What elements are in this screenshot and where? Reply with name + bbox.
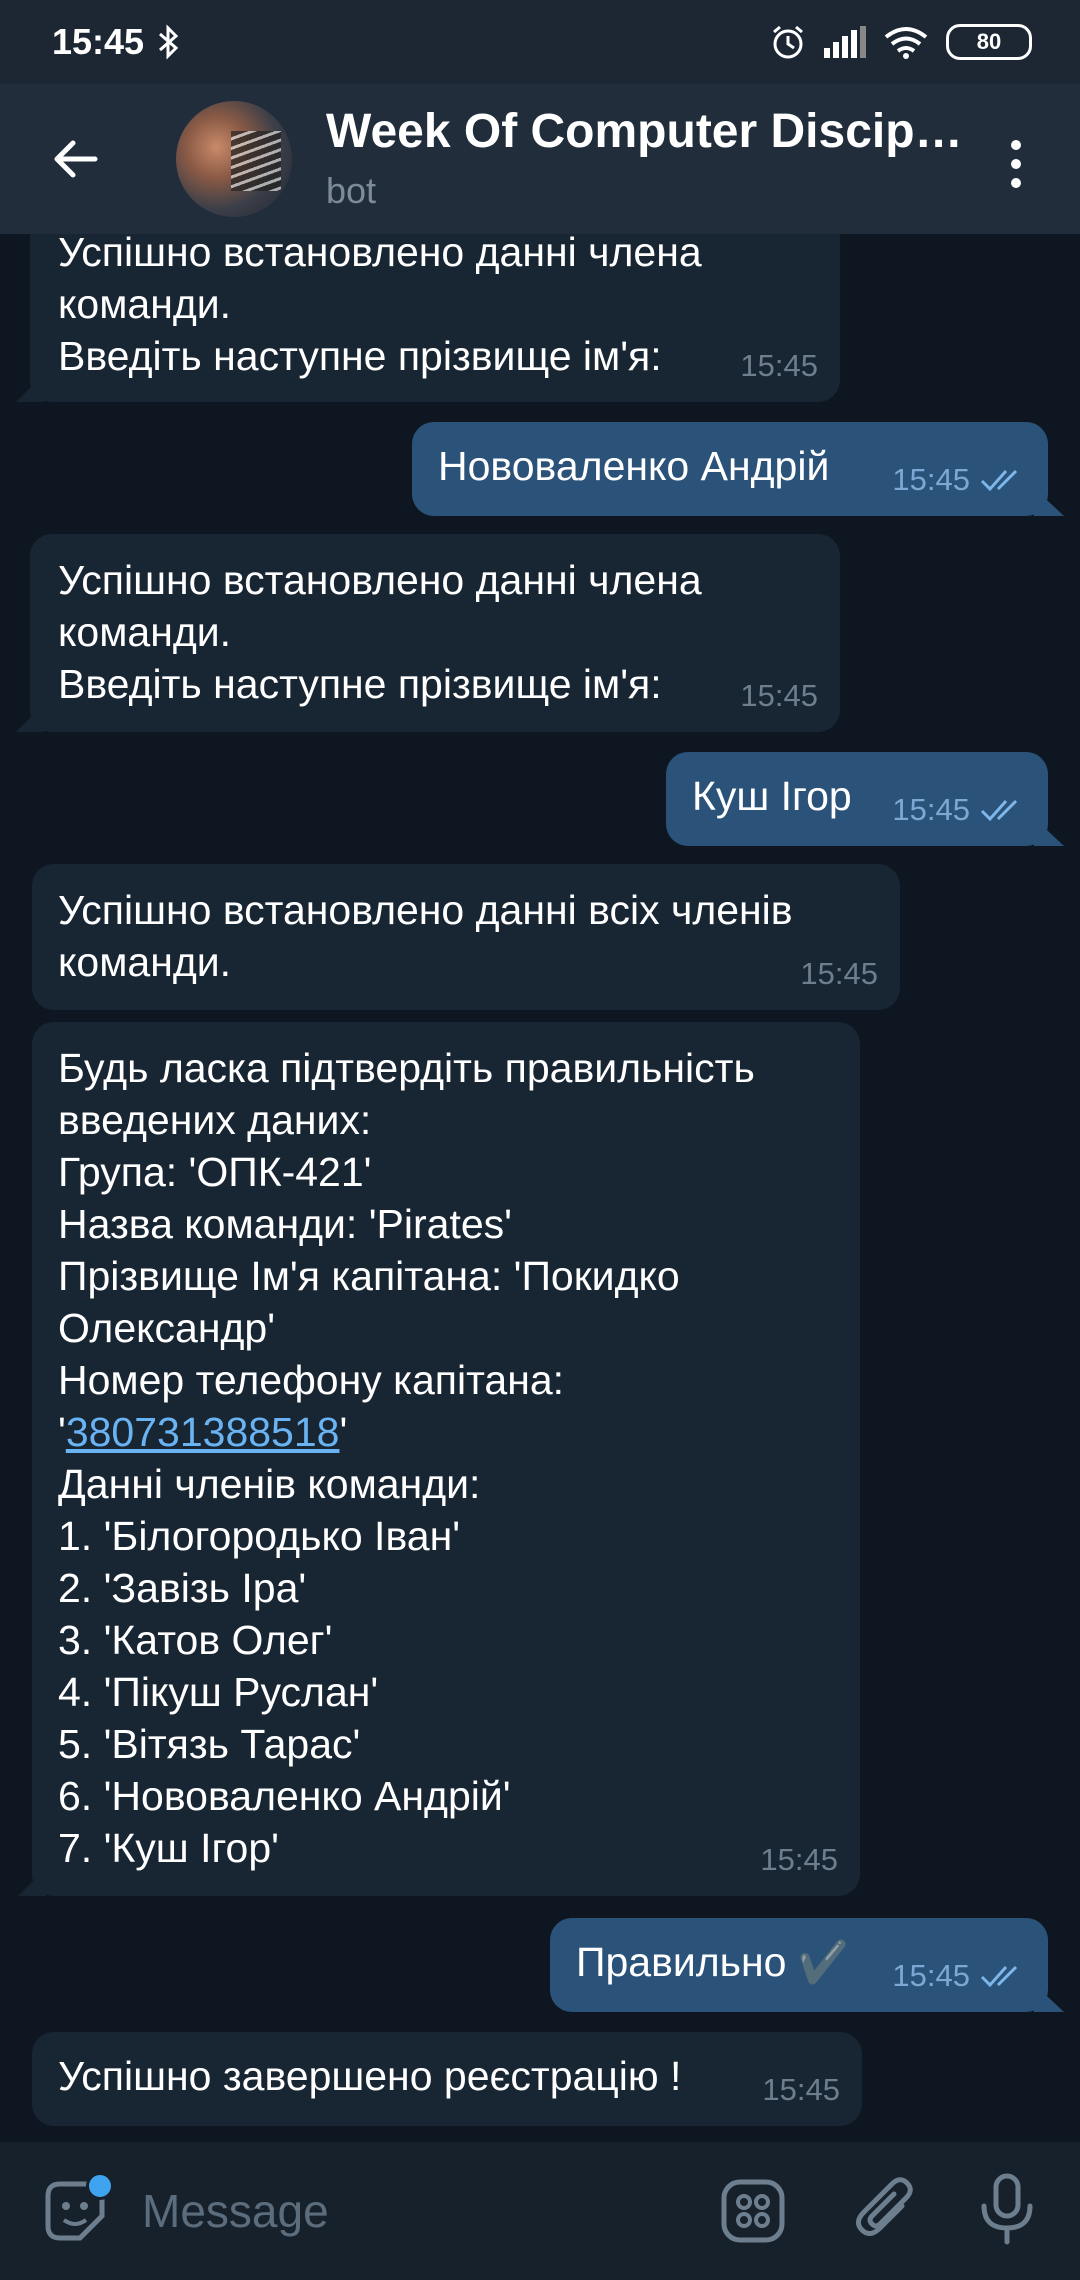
phone-link[interactable]: 380731388518 <box>66 1409 340 1455</box>
status-time: 15:45 <box>52 21 145 62</box>
back-button[interactable] <box>40 124 110 194</box>
chat-subtitle: bot <box>326 170 377 211</box>
incoming-message[interactable]: Успішно встановлено данні члена команди.… <box>30 234 840 402</box>
arrow-left-icon <box>54 140 98 178</box>
chat-title[interactable]: Week Of Computer Discipl… <box>326 104 966 159</box>
message-time: 15:45 <box>760 1842 838 1877</box>
battery-indicator: 80 <box>946 24 1032 60</box>
message-time: 15:45 <box>740 678 818 713</box>
paperclip-icon[interactable] <box>850 2172 920 2248</box>
alarm-icon <box>773 25 803 59</box>
status-bar: 15:45 80 <box>0 0 1080 84</box>
battery-level: 80 <box>976 29 1002 54</box>
incoming-message[interactable]: Успішно завершено реєстрацію ! 15:45 <box>32 2032 862 2126</box>
chat-header: Week Of Computer Discipl… bot <box>0 84 1080 234</box>
summary-text: ' Данні членів команди: 1. 'Білогородько… <box>58 1409 511 1871</box>
message-text: Успішно завершено реєстрацію ! <box>58 2053 682 2099</box>
signal-icon <box>824 26 866 58</box>
double-check-icon <box>980 469 1018 492</box>
dot-icon <box>1011 159 1021 169</box>
outgoing-message[interactable]: Куш Ігор 15:45 <box>666 752 1048 846</box>
message-time: 15:45 <box>892 462 970 497</box>
incoming-message[interactable]: Будь ласка підтвердіть правильність введ… <box>32 1022 860 1896</box>
message-composer <box>0 2142 1080 2280</box>
wifi-icon <box>884 27 928 59</box>
incoming-message[interactable]: Успішно встановлено данні члена команди.… <box>30 534 840 732</box>
message-text: Успішно встановлено данні всіх членів ко… <box>58 887 793 985</box>
message-time: 15:45 <box>800 956 878 991</box>
message-text: Успішно встановлено данні члена команди.… <box>58 234 702 379</box>
message-text: Будь ласка підтвердіть правильність введ… <box>58 1042 834 1874</box>
summary-text: Будь ласка підтвердіть правильність введ… <box>58 1045 755 1455</box>
message-list[interactable]: Успішно встановлено данні члена команди.… <box>0 234 1080 2142</box>
double-check-icon <box>980 1965 1018 1988</box>
message-time: 15:45 <box>892 1958 970 1993</box>
message-time: 15:45 <box>762 2072 840 2107</box>
double-check-icon <box>980 799 1018 822</box>
message-input[interactable] <box>142 2180 642 2242</box>
dot-icon <box>1011 140 1021 150</box>
microphone-icon[interactable] <box>972 2172 1042 2248</box>
message-time: 15:45 <box>892 792 970 827</box>
outgoing-message[interactable]: Нововаленко Андрій 15:45 <box>412 422 1048 516</box>
dot-icon <box>1011 178 1021 188</box>
message-time: 15:45 <box>740 348 818 383</box>
incoming-message[interactable]: Успішно встановлено данні всіх членів ко… <box>32 864 900 1010</box>
more-menu-button[interactable] <box>996 134 1036 194</box>
outgoing-message[interactable]: Правильно ✔️ 15:45 <box>550 1918 1048 2012</box>
notification-dot <box>86 2172 114 2200</box>
bluetooth-icon <box>159 24 179 60</box>
message-text: Успішно встановлено данні члена команди.… <box>58 557 702 707</box>
bot-commands-icon[interactable] <box>718 2176 788 2246</box>
avatar[interactable] <box>176 101 292 217</box>
